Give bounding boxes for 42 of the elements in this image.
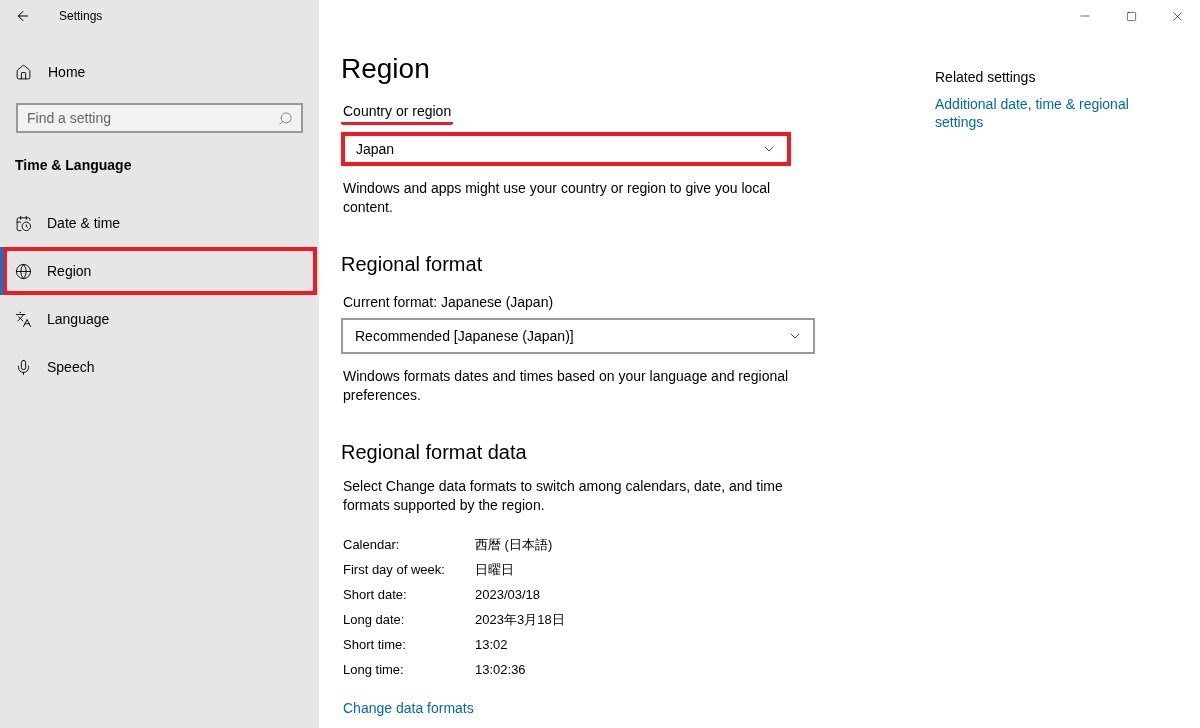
- globe-icon: [15, 262, 32, 280]
- home-link[interactable]: Home: [0, 56, 319, 88]
- calendar-icon: [15, 214, 32, 232]
- description-text: Windows and apps might use your country or region to give you local content.: [343, 179, 772, 217]
- back-button[interactable]: [15, 8, 31, 24]
- format-value: 2023/03/18: [475, 586, 542, 604]
- description-text: Select Change data formats to switch among calendars, date, and time formats supported by the region.: [343, 477, 784, 515]
- format-label: Long time:: [343, 661, 405, 679]
- format-label: Short time:: [343, 636, 407, 654]
- mic-icon: [15, 358, 32, 376]
- field-label: Current format: Japanese (Japan): [342, 294, 555, 310]
- search-field[interactable]: Find a setting: [16, 103, 303, 133]
- nav-item[interactable]: Speech: [0, 343, 319, 391]
- format-label: Short date:: [343, 586, 408, 604]
- change-formats-link[interactable]: Change data formats: [341, 699, 474, 717]
- home-icon: [15, 63, 32, 81]
- language-icon: [15, 310, 32, 328]
- nav-item[interactable]: Language: [0, 295, 319, 343]
- format-label: Calendar:: [343, 536, 401, 554]
- related-link[interactable]: Additional date, time & regional settings: [935, 95, 1155, 131]
- nav-item[interactable]: Date & time: [0, 199, 319, 247]
- related-heading: Related settings: [935, 69, 1037, 85]
- search-icon: [278, 110, 293, 126]
- country-dropdown[interactable]: Japan: [341, 132, 791, 166]
- description-text: Windows formats dates and times based on your language and regional preferences.: [343, 367, 790, 405]
- format-value: 日曜日: [475, 561, 515, 579]
- format-value: 西暦 (日本語): [475, 536, 554, 554]
- format-dropdown[interactable]: Recommended [Japanese (Japan)]: [341, 318, 815, 354]
- format-label: Long date:: [343, 611, 406, 629]
- format-value: 13:02:36: [475, 661, 527, 679]
- section-heading: Regional format: [341, 253, 484, 276]
- format-value: 2023年3月18日: [475, 611, 566, 629]
- section-heading: Regional format data: [341, 441, 528, 464]
- window-title: Settings: [59, 9, 103, 23]
- search-input[interactable]: Find a setting: [27, 110, 278, 126]
- page-title: Region: [341, 53, 431, 85]
- field-label: Country or region: [341, 103, 454, 125]
- format-value: 13:02: [475, 636, 509, 654]
- maximize-icon: [1125, 10, 1137, 22]
- section-heading: Time & Language: [15, 157, 133, 173]
- nav-item[interactable]: Region: [0, 247, 317, 295]
- format-label: First day of week:: [343, 561, 446, 579]
